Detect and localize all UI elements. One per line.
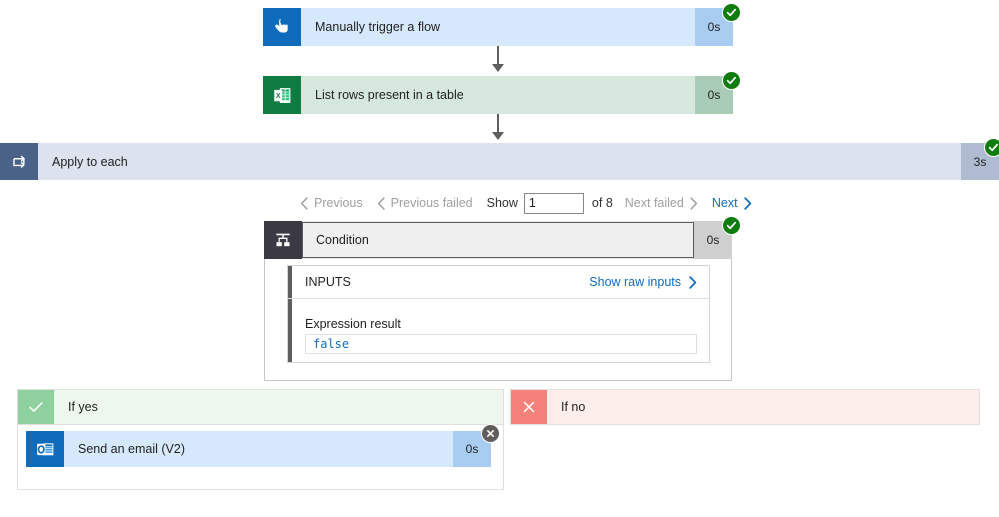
cross-icon (511, 390, 547, 424)
inputs-title: INPUTS (305, 275, 351, 289)
action-card-condition[interactable]: Condition 0s (264, 221, 732, 259)
connector-arrow (492, 132, 504, 140)
previous-button[interactable]: Previous (300, 196, 363, 210)
status-badge-succeeded (722, 216, 741, 235)
branch-label-no: If no (561, 400, 586, 414)
action-card-send-email[interactable]: Send an email (V2) 0s (26, 431, 491, 467)
chevron-right-icon (690, 196, 697, 210)
tap-hand-icon (263, 8, 301, 46)
status-badge-skipped (481, 424, 500, 443)
svg-text:X: X (275, 92, 280, 99)
checkmark-icon (18, 390, 54, 424)
branch-header-no[interactable]: If no (510, 389, 980, 425)
iteration-pagination: Previous Previous failed Show of 8 Next … (300, 192, 766, 214)
condition-branch-icon (264, 221, 302, 259)
action-card-list-rows[interactable]: X List rows present in a table 0s (263, 76, 733, 114)
action-card-trigger[interactable]: Manually trigger a flow 0s (263, 8, 733, 46)
next-button[interactable]: Next (712, 196, 752, 210)
page-number-input[interactable] (523, 192, 584, 214)
chevron-left-icon (377, 196, 385, 210)
status-badge-succeeded (984, 138, 999, 157)
inputs-header: INPUTS Show raw inputs (288, 266, 709, 299)
next-label: Next (711, 196, 738, 210)
previous-failed-button[interactable]: Previous failed (377, 196, 473, 210)
expression-result-label: Expression result (305, 317, 401, 331)
previous-label: Previous (314, 196, 363, 210)
page-total-label: of 8 (591, 196, 613, 210)
status-badge-succeeded (722, 71, 741, 90)
inputs-box: INPUTS Show raw inputs Expression result… (287, 265, 710, 363)
show-raw-inputs-link[interactable]: Show raw inputs (589, 275, 697, 289)
action-title: List rows present in a table (315, 88, 464, 102)
action-card-apply-to-each[interactable]: Apply to each 3s (0, 143, 999, 180)
outlook-icon (26, 431, 64, 467)
next-failed-label: Next failed (624, 196, 684, 210)
show-label: Show (486, 196, 518, 210)
action-title: Apply to each (52, 154, 128, 169)
chevron-left-icon (300, 196, 308, 210)
show-raw-inputs-label: Show raw inputs (589, 275, 681, 289)
expression-result-value: false (305, 334, 697, 354)
action-title: Condition (316, 233, 369, 247)
branch-label-yes: If yes (68, 400, 98, 414)
action-title: Send an email (V2) (78, 442, 186, 456)
action-title: Manually trigger a flow (315, 20, 441, 34)
excel-icon: X (263, 76, 301, 114)
status-badge-succeeded (722, 3, 741, 22)
previous-failed-label: Previous failed (390, 196, 473, 210)
chevron-right-icon (689, 275, 697, 289)
connector-arrow (492, 64, 504, 72)
loop-icon (0, 143, 38, 180)
branch-header-yes[interactable]: If yes (17, 389, 504, 425)
next-failed-button[interactable]: Next failed (625, 196, 698, 210)
chevron-right-icon (743, 196, 751, 210)
